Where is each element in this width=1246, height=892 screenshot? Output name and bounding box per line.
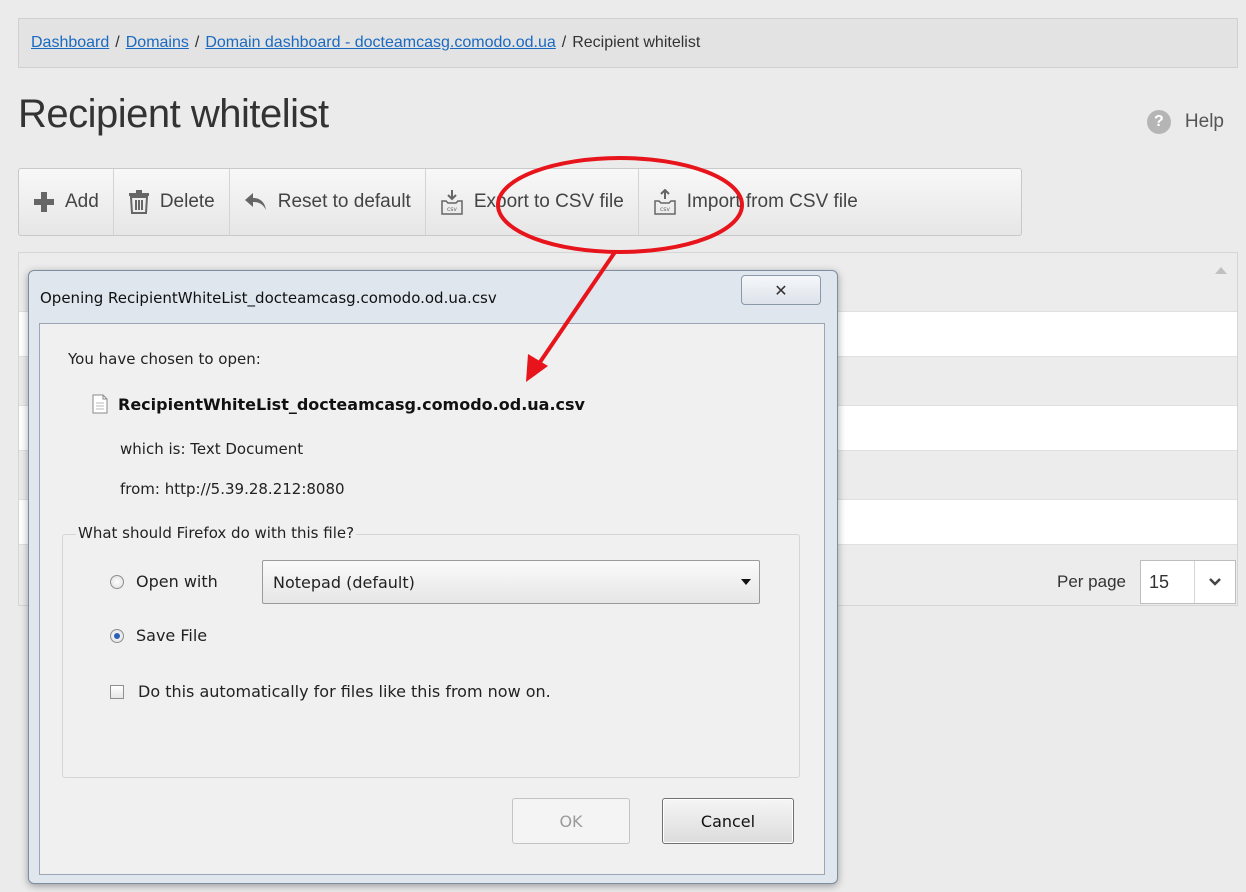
chevron-down-icon[interactable] (1194, 561, 1235, 603)
help-link[interactable]: ? Help (1146, 110, 1224, 134)
add-button[interactable]: Add (19, 169, 114, 235)
scroll-up-icon[interactable] (1215, 267, 1227, 274)
undo-icon (244, 193, 266, 210)
dialog-title: Opening RecipientWhiteList_docteamcasg.c… (40, 289, 497, 307)
open-with-app-select[interactable]: Notepad (default) (262, 560, 760, 604)
svg-text:csv: csv (660, 206, 670, 213)
action-question: What should Firefox do with this file? (76, 524, 357, 542)
open-with-radio[interactable] (110, 574, 124, 589)
breadcrumb-separator: / (561, 34, 567, 51)
file-row: RecipientWhiteList_docteamcasg.comodo.od… (92, 394, 585, 414)
close-button[interactable]: ✕ (741, 275, 821, 305)
toolbar: Add Delete Reset to default csv Export t… (18, 168, 1022, 236)
breadcrumb-separator: / (115, 34, 120, 51)
ok-button[interactable]: OK (512, 798, 630, 844)
per-page-select[interactable]: 15 (1140, 560, 1236, 604)
save-file-radio[interactable] (110, 628, 124, 643)
open-with-option[interactable]: Open with (110, 572, 218, 591)
save-file-option[interactable]: Save File (110, 626, 207, 645)
reset-label: Reset to default (277, 191, 411, 212)
open-with-app-value: Notepad (default) (273, 572, 415, 592)
cancel-button[interactable]: Cancel (662, 798, 794, 844)
import-csv-button[interactable]: csv Import from CSV file (639, 169, 872, 235)
breadcrumb: Dashboard / Domains / Domain dashboard -… (18, 18, 1238, 68)
breadcrumb-domains-link[interactable]: Domains (126, 34, 189, 52)
auto-checkbox[interactable] (110, 684, 124, 699)
add-label: Add (65, 191, 99, 212)
file-open-dialog: Opening RecipientWhiteList_docteamcasg.c… (28, 270, 838, 884)
auto-option[interactable]: Do this automatically for files like thi… (110, 682, 551, 701)
auto-label: Do this automatically for files like thi… (138, 682, 551, 701)
delete-button[interactable]: Delete (114, 169, 230, 235)
close-icon: ✕ (774, 280, 788, 300)
breadcrumb-separator: / (194, 34, 200, 51)
breadcrumb-current: Recipient whitelist (572, 34, 701, 51)
trash-icon (128, 190, 149, 214)
per-page-value: 15 (1149, 571, 1170, 592)
per-page-label: Per page (1057, 572, 1126, 591)
help-label: Help (1184, 111, 1224, 132)
import-label: Import from CSV file (686, 191, 858, 212)
dropdown-arrow-icon (741, 579, 751, 585)
delete-label: Delete (159, 191, 215, 212)
svg-text:csv: csv (447, 206, 457, 213)
reset-to-default-button[interactable]: Reset to default (230, 169, 426, 235)
breadcrumb-domain-dashboard-link[interactable]: Domain dashboard - docteamcasg.comodo.od… (205, 34, 555, 52)
save-file-label: Save File (136, 626, 208, 645)
text-document-icon (92, 394, 108, 414)
file-type: which is: Text Document (120, 440, 304, 458)
export-csv-icon: csv (441, 190, 463, 215)
export-label: Export to CSV file (473, 191, 624, 212)
open-with-label: Open with (136, 572, 218, 591)
file-name: RecipientWhiteList_docteamcasg.comodo.od… (118, 394, 585, 414)
import-csv-icon: csv (654, 189, 676, 215)
plus-icon (34, 192, 54, 212)
per-page-control: Per page 15 (1057, 560, 1236, 604)
page-title: Recipient whitelist (18, 92, 329, 136)
help-icon: ? (1146, 110, 1171, 134)
dialog-body: You have chosen to open: RecipientWhiteL… (39, 323, 825, 875)
export-csv-button[interactable]: csv Export to CSV file (426, 169, 639, 235)
chosen-text: You have chosen to open: (68, 350, 261, 368)
breadcrumb-dashboard-link[interactable]: Dashboard (31, 34, 109, 52)
file-source: from: http://5.39.28.212:8080 (120, 480, 345, 498)
